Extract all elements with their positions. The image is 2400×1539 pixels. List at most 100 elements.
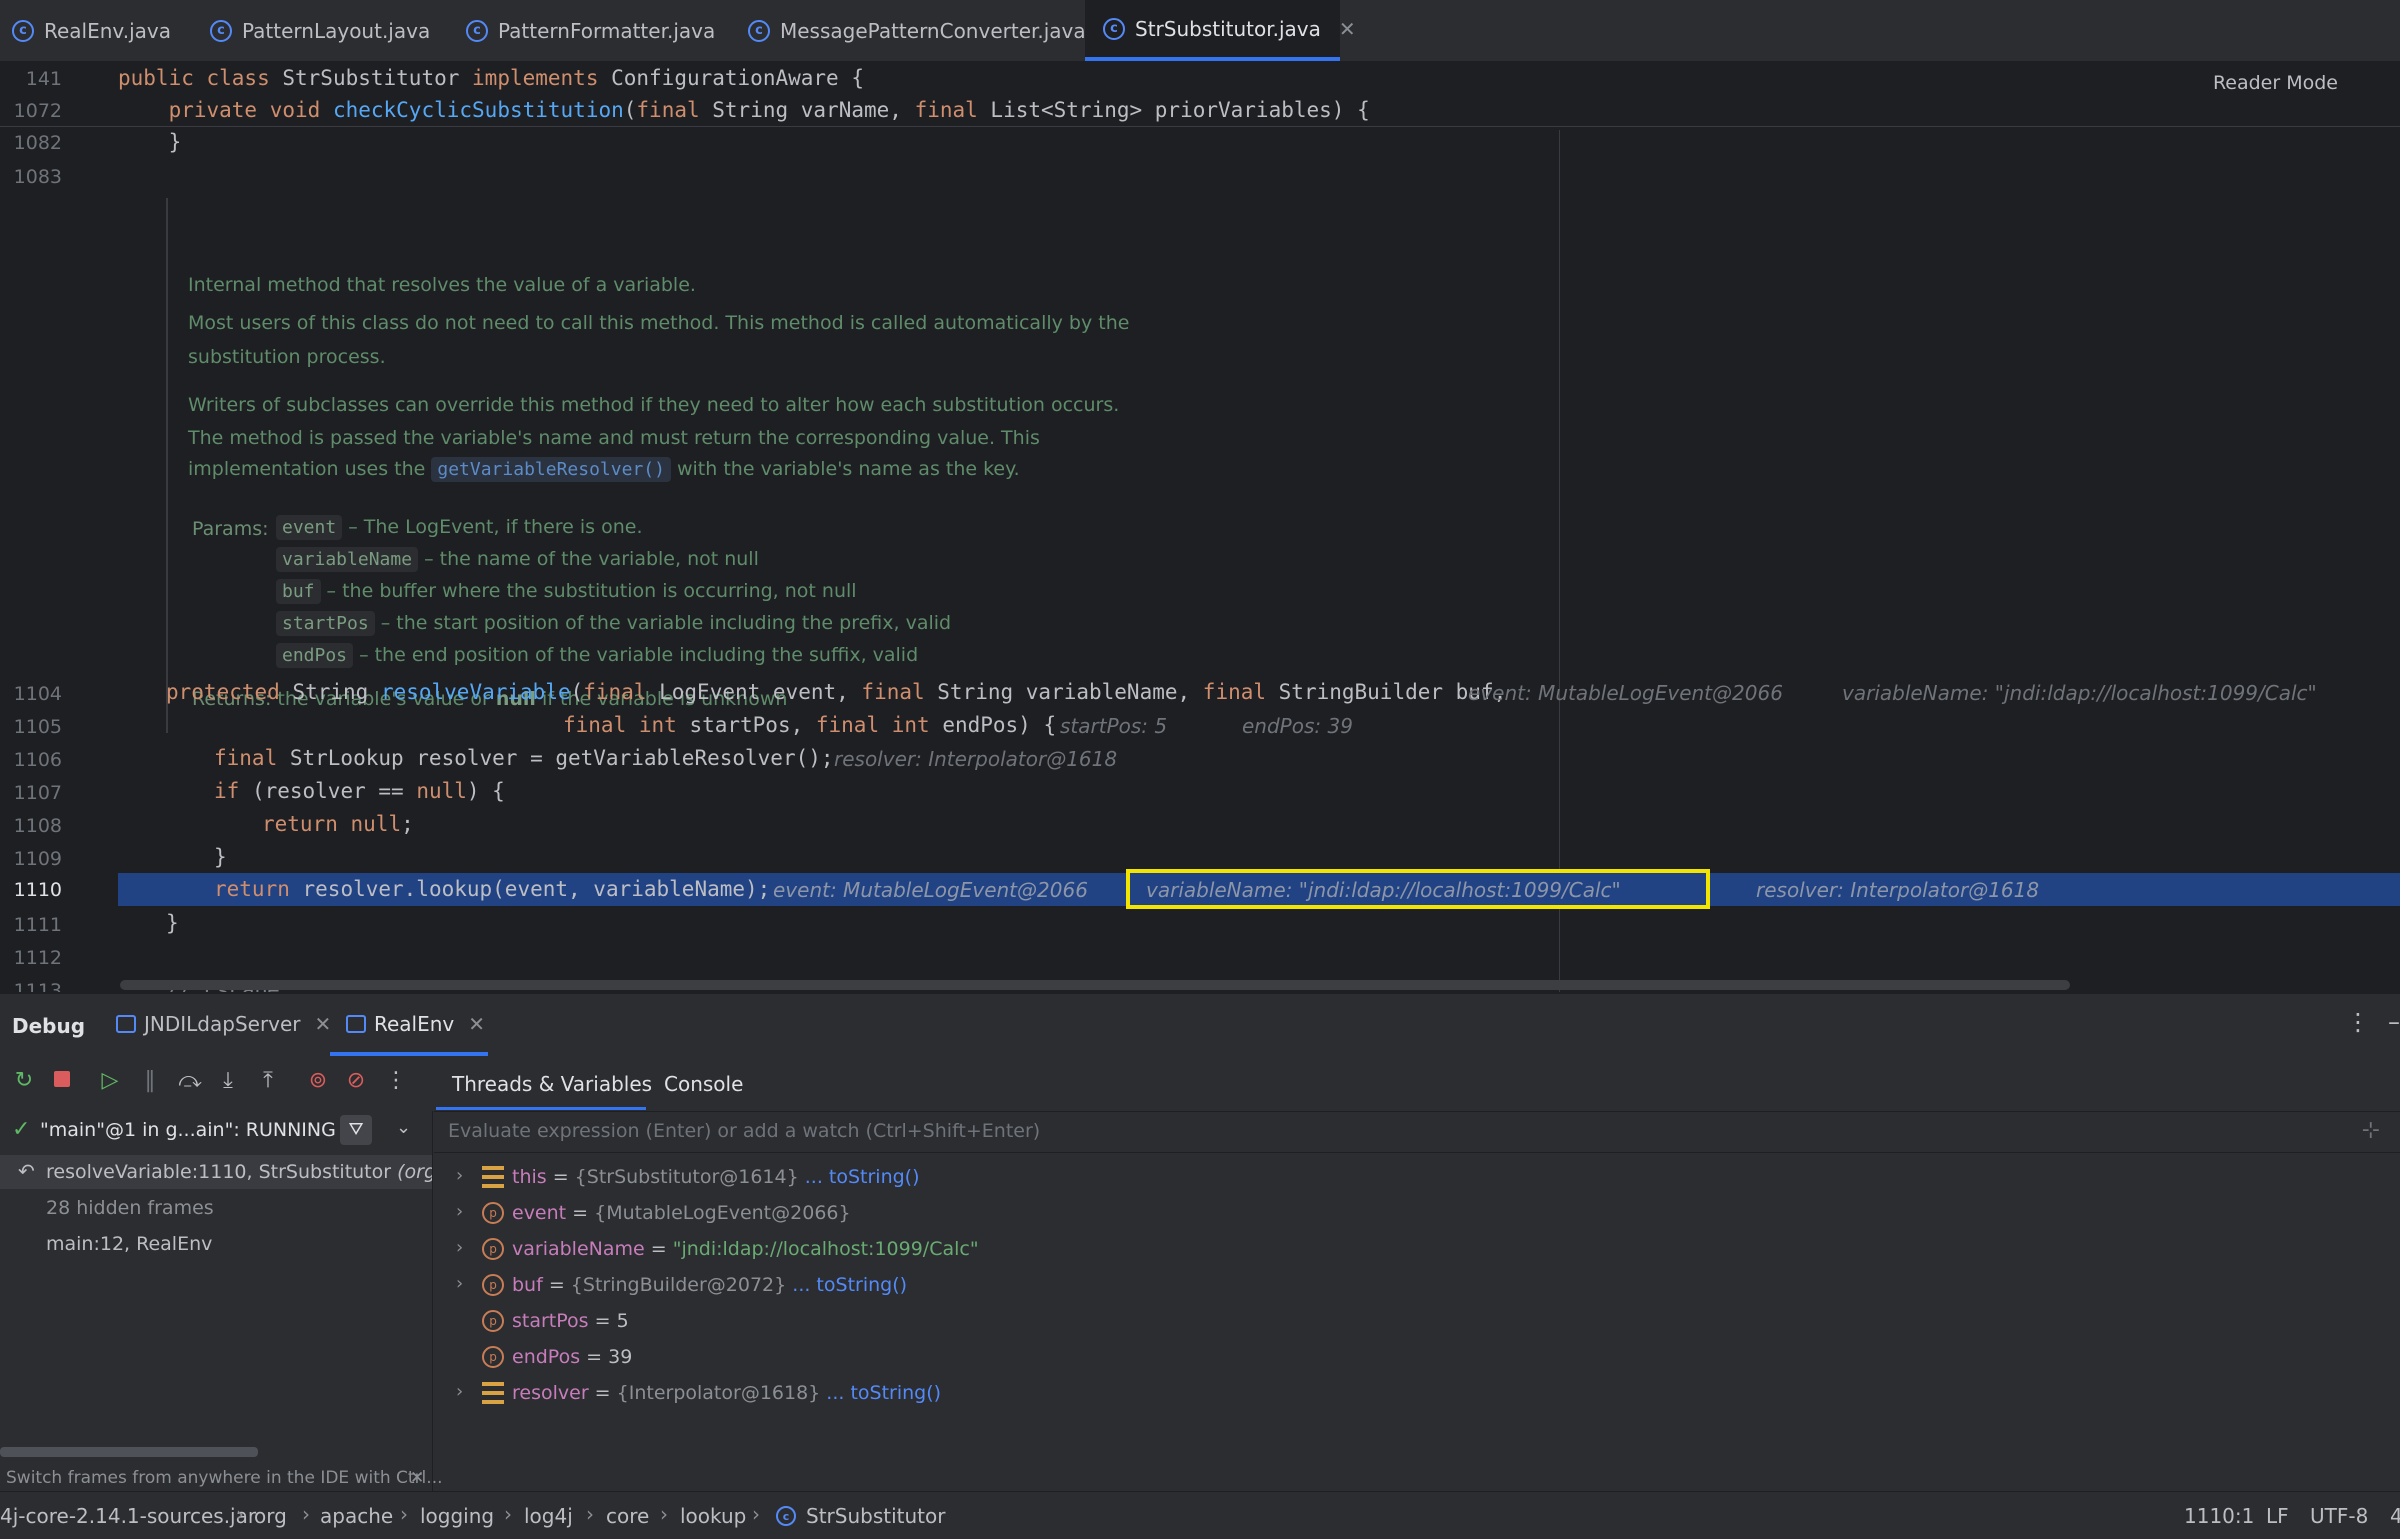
- code-line[interactable]: return null;: [262, 812, 414, 836]
- hidden-frames-item[interactable]: 28 hidden frames: [0, 1191, 432, 1225]
- breadcrumb-org[interactable]: org: [254, 1504, 287, 1528]
- tab-messagepatternconverter[interactable]: c MessagePatternConverter.java: [748, 0, 1088, 61]
- chevron-right-icon: ›: [752, 1502, 760, 1526]
- thread-name: "main"@1 in g...ain": RUNNING: [40, 1119, 336, 1141]
- thread-selector[interactable]: ✓ "main"@1 in g...ain": RUNNING ⛛ ⌄: [0, 1111, 432, 1151]
- rerun-icon[interactable]: ↻: [10, 1068, 38, 1093]
- evaluate-expression-input[interactable]: Evaluate expression (Enter) or add a wat…: [434, 1111, 2400, 1153]
- close-icon[interactable]: ✕: [410, 1468, 424, 1488]
- variable-row-endpos[interactable]: p endPos = 39: [434, 1340, 2400, 1374]
- code-text: String variableName,: [937, 680, 1203, 704]
- more-options-icon[interactable]: ⋮: [2346, 1008, 2370, 1036]
- param-name: variableName: [276, 547, 419, 572]
- sticky-line-class[interactable]: public class StrSubstitutor implements C…: [118, 66, 864, 90]
- file-encoding[interactable]: UTF-8: [2310, 1504, 2368, 1528]
- chevron-right-icon[interactable]: ›: [456, 1237, 463, 1258]
- doc-link-getvariableresolver[interactable]: getVariableResolver(): [431, 457, 671, 482]
- tab-realenv[interactable]: c RealEnv.java: [12, 0, 197, 61]
- stop-icon[interactable]: [48, 1068, 76, 1093]
- step-out-icon[interactable]: ⤒: [254, 1068, 282, 1093]
- code-line[interactable]: }: [166, 911, 179, 935]
- debug-title: Debug: [12, 1014, 86, 1038]
- code-line[interactable]: if (resolver == null) {: [214, 779, 505, 803]
- debug-tab-realenv[interactable]: RealEnv ✕: [346, 1012, 485, 1036]
- variable-value: {StrSubstitutor@1614}: [574, 1166, 799, 1188]
- tab-console[interactable]: Console: [664, 1072, 743, 1096]
- close-icon[interactable]: ✕: [315, 1012, 332, 1036]
- code-line[interactable]: }: [118, 130, 182, 154]
- more-actions-icon[interactable]: ⋮: [382, 1068, 410, 1093]
- code-line[interactable]: }: [214, 845, 227, 869]
- reader-mode-button[interactable]: Reader Mode: [2213, 72, 2338, 94]
- keyword: return: [214, 877, 303, 901]
- code-line[interactable]: protected String resolveVariable(final L…: [166, 680, 1506, 704]
- chevron-right-icon[interactable]: ›: [456, 1381, 463, 1402]
- add-watch-icon[interactable]: ⊹: [2362, 1118, 2380, 1143]
- frame-item[interactable]: ↶ resolveVariable:1110, StrSubstitutor (…: [0, 1155, 432, 1189]
- chevron-right-icon[interactable]: ›: [456, 1273, 463, 1294]
- breadcrumb-logging[interactable]: logging: [420, 1504, 494, 1528]
- sticky-line-method[interactable]: private void checkCyclicSubstitution(fin…: [118, 98, 1370, 122]
- breadcrumb-log4j[interactable]: log4j: [524, 1504, 573, 1528]
- variable-row-event[interactable]: › p event = {MutableLogEvent@2066}: [434, 1196, 2400, 1230]
- variable-value: 5: [616, 1310, 629, 1332]
- current-code-line[interactable]: return resolver.lookup(event, variableNa…: [214, 877, 770, 901]
- java-class-icon: c: [776, 1506, 796, 1526]
- step-over-icon[interactable]: ⤼: [176, 1068, 204, 1093]
- close-icon[interactable]: ✕: [1339, 17, 1356, 41]
- breadcrumb-apache[interactable]: apache: [320, 1504, 393, 1528]
- tab-patternformatter[interactable]: c PatternFormatter.java: [466, 0, 726, 61]
- doc-paragraph: Writers of subclasses can override this …: [188, 394, 1120, 416]
- view-breakpoints-icon[interactable]: ⊚: [304, 1068, 332, 1093]
- variable-row-variablename[interactable]: › p variableName = "jndi:ldap://localhos…: [434, 1232, 2400, 1266]
- variable-row-buf[interactable]: › p buf = {StringBuilder@2072} ... toStr…: [434, 1268, 2400, 1302]
- filter-icon[interactable]: ⛛: [340, 1115, 372, 1145]
- code-line[interactable]: final int startPos, final int endPos) {: [563, 713, 1056, 737]
- tab-threads-variables[interactable]: Threads & Variables: [452, 1072, 652, 1096]
- equals: =: [580, 1346, 609, 1368]
- line-separator[interactable]: LF: [2266, 1504, 2289, 1528]
- variable-row-startpos[interactable]: p startPos = 5: [434, 1304, 2400, 1338]
- debug-tab-jndildapserver[interactable]: JNDILdapServer ✕: [116, 1012, 331, 1036]
- close-icon[interactable]: ✕: [468, 1012, 485, 1036]
- indent-indicator[interactable]: 4: [2390, 1504, 2400, 1528]
- line-number: 1112: [13, 947, 62, 969]
- keyword: return: [262, 812, 351, 836]
- pause-icon[interactable]: ‖: [136, 1068, 164, 1093]
- chevron-down-icon[interactable]: ⌄: [396, 1117, 411, 1138]
- minimize-icon[interactable]: –: [2388, 1008, 2400, 1036]
- caret-position[interactable]: 1110:1: [2184, 1504, 2254, 1528]
- tostring-link[interactable]: ... toString(): [820, 1382, 941, 1404]
- variable-row-this[interactable]: › this = {StrSubstitutor@1614} ... toStr…: [434, 1160, 2400, 1194]
- chevron-right-icon[interactable]: ›: [456, 1201, 463, 1222]
- variable-row-resolver[interactable]: › resolver = {Interpolator@1618} ... toS…: [434, 1376, 2400, 1410]
- line-number: 141: [25, 68, 62, 90]
- tab-strsubstitutor[interactable]: c StrSubstitutor.java ✕: [1085, 0, 1356, 61]
- java-class-icon: c: [748, 19, 770, 42]
- code-editor[interactable]: Reader Mode 141 public class StrSubstitu…: [0, 62, 2400, 992]
- mute-breakpoints-icon[interactable]: ⊘: [342, 1068, 370, 1093]
- chevron-right-icon: ›: [660, 1502, 668, 1526]
- chevron-right-icon[interactable]: ›: [456, 1165, 463, 1186]
- param-name: endPos: [276, 643, 354, 668]
- param-name: buf: [276, 579, 321, 604]
- param-name: event: [276, 515, 343, 540]
- line-number: 1083: [13, 166, 62, 188]
- frames-horizontal-scrollbar[interactable]: [0, 1447, 258, 1457]
- breadcrumb-class[interactable]: c StrSubstitutor: [776, 1504, 945, 1528]
- tab-patternlayout[interactable]: c PatternLayout.java: [210, 0, 435, 61]
- tostring-link[interactable]: ... toString(): [799, 1166, 920, 1188]
- doc-paragraph: Internal method that resolves the value …: [188, 274, 696, 296]
- frame-item[interactable]: main:12, RealEnv: [0, 1227, 432, 1261]
- tostring-link[interactable]: ... toString(): [786, 1274, 907, 1296]
- resume-icon[interactable]: ▷: [96, 1068, 124, 1093]
- horizontal-scrollbar[interactable]: [120, 980, 2070, 990]
- sticky-lines-separator: [0, 126, 2400, 127]
- param-desc: – the start position of the variable inc…: [374, 612, 952, 634]
- breadcrumb-jar[interactable]: 4j-core-2.14.1-sources.jar: [0, 1504, 256, 1528]
- step-into-icon[interactable]: ⤓: [214, 1068, 242, 1093]
- inline-debug-value: event: MutableLogEvent@2066: [1468, 681, 1783, 705]
- breadcrumb-core[interactable]: core: [606, 1504, 649, 1528]
- breadcrumb-lookup[interactable]: lookup: [680, 1504, 746, 1528]
- code-line[interactable]: final StrLookup resolver = getVariableRe…: [214, 746, 834, 770]
